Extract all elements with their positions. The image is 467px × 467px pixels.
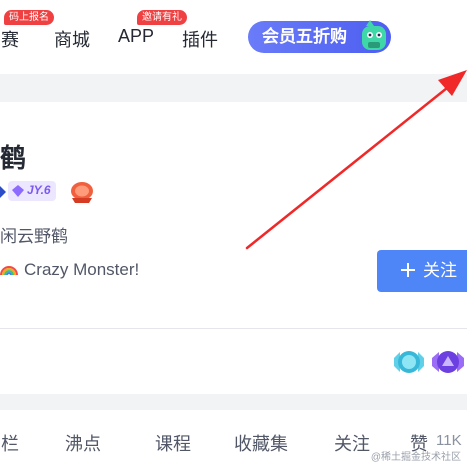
rainbow-icon — [0, 266, 18, 276]
tab-collections[interactable]: 收藏集 — [234, 430, 288, 456]
mascot-icon — [362, 20, 386, 50]
follow-button[interactable]: 关注 — [377, 250, 467, 292]
nav-item-competition[interactable]: 竞赛 — [0, 26, 19, 52]
level-badge: JY.6 — [8, 181, 56, 201]
tab-pins[interactable]: 沸点 — [65, 430, 101, 456]
honor-badge-icon[interactable] — [430, 348, 466, 376]
vip-discount-label: 会员五折购 — [262, 27, 347, 46]
level-badge-label: JY.6 — [27, 183, 51, 197]
profile-name: 鹤 — [0, 143, 27, 173]
nav-item-plugin[interactable]: 插件 — [182, 26, 218, 52]
medal-icon — [71, 182, 93, 203]
watermark: @稀土掘金技术社区 — [370, 452, 461, 463]
tab-courses[interactable]: 课程 — [155, 430, 191, 456]
nav-item-shop[interactable]: 商城 — [54, 26, 90, 52]
diamond-icon — [12, 185, 24, 197]
profile-card: 鹤 JY.6 闲云野鹤 Crazy Monster! 关注 — [0, 102, 467, 394]
follow-button-label: 关注 — [423, 261, 457, 280]
honor-badge-icon[interactable] — [392, 348, 426, 376]
tab-column[interactable]: 专栏 — [0, 430, 19, 456]
nav-badge-app: 邀请有礼 — [137, 10, 187, 25]
top-navigation: 码上报名 竞赛 商城 邀请有礼 APP 插件 会员五折购 — [0, 0, 467, 74]
tab-likes-count: 11K — [436, 432, 462, 449]
nav-badge-competition: 码上报名 — [4, 10, 54, 25]
profile-motto: Crazy Monster! — [0, 260, 139, 280]
profile-motto-text: Crazy Monster! — [24, 260, 140, 279]
tab-following[interactable]: 关注 — [334, 430, 370, 456]
badge-fragment-icon — [0, 186, 6, 198]
plus-icon — [401, 263, 415, 277]
profile-description: 闲云野鹤 — [0, 227, 68, 246]
card-divider — [0, 328, 467, 329]
nav-item-app[interactable]: APP — [118, 26, 154, 47]
